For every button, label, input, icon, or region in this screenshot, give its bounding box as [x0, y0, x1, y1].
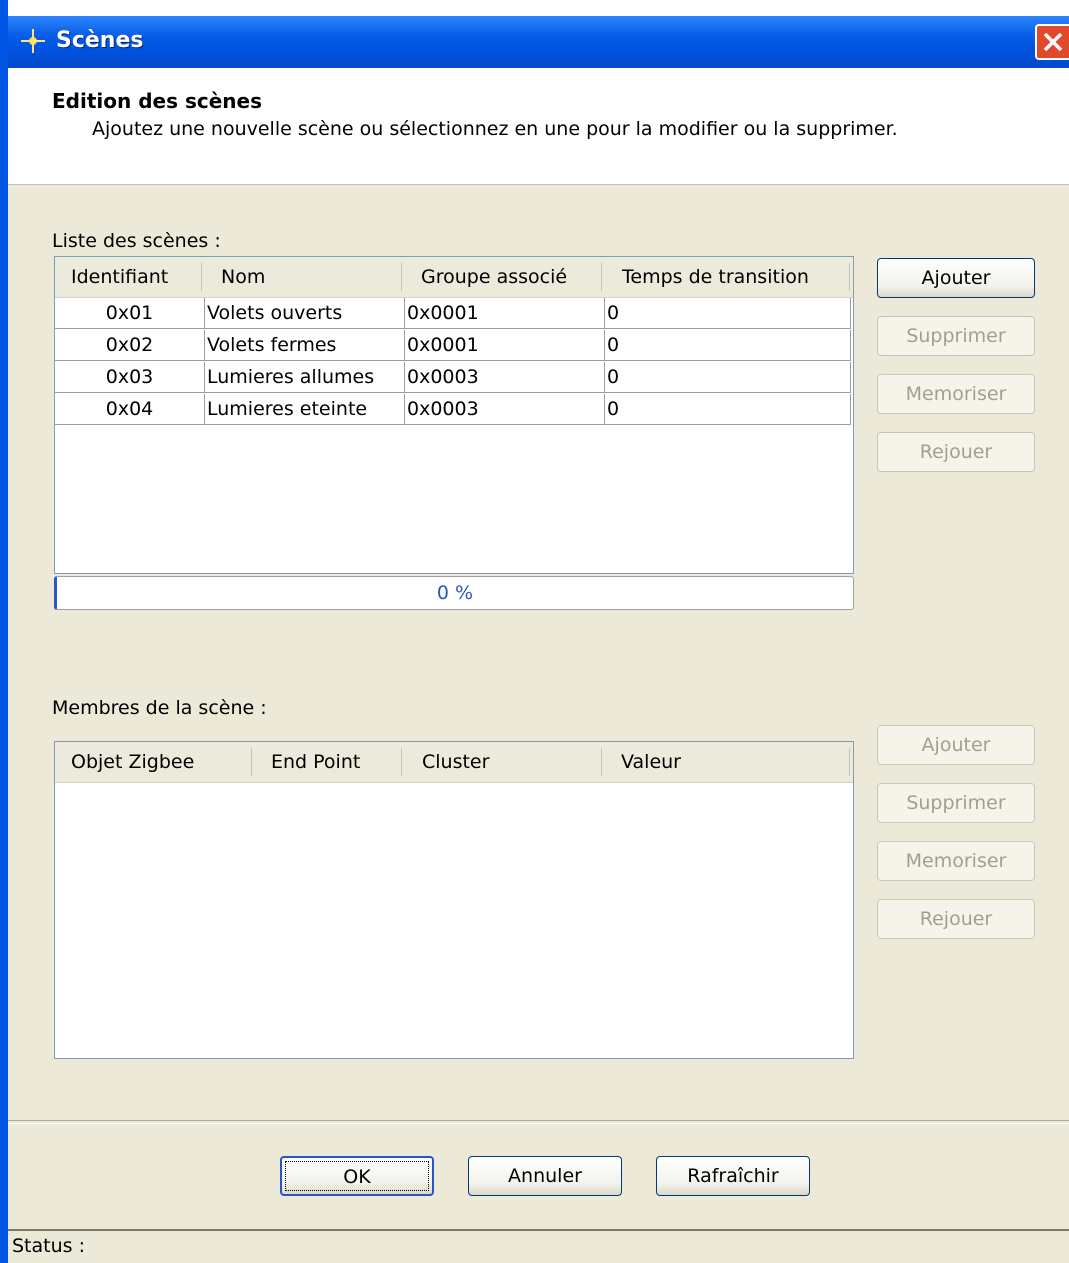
add-scene-button[interactable]: Ajouter [877, 258, 1035, 298]
cell-identifiant: 0x01 [55, 298, 205, 329]
app-icon [21, 29, 45, 53]
column-divider[interactable] [601, 263, 602, 291]
cell-temps: 0 [605, 394, 851, 425]
footer-separator [8, 1120, 1069, 1124]
cancel-button[interactable]: Annuler [468, 1156, 622, 1196]
progress-bar: 0 % [54, 576, 854, 610]
table-row[interactable]: 0x04 Lumieres eteinte 0x0003 0 [55, 394, 851, 426]
column-divider[interactable] [401, 263, 402, 291]
scenes-table[interactable]: Identifiant Nom Groupe associé Temps de … [54, 256, 854, 574]
close-button[interactable] [1035, 24, 1069, 60]
column-header-end-point[interactable]: End Point [271, 742, 360, 782]
ok-button[interactable]: OK [280, 1156, 434, 1196]
cell-identifiant: 0x03 [55, 362, 205, 393]
cell-nom: Lumieres eteinte [205, 394, 405, 425]
desktop-strip [0, 0, 1069, 16]
close-icon [1043, 32, 1063, 52]
status-label: Status : [12, 1235, 85, 1257]
column-divider[interactable] [201, 263, 202, 291]
column-header-groupe[interactable]: Groupe associé [421, 257, 567, 297]
cell-nom: Volets ouverts [205, 298, 405, 329]
status-bar [8, 1229, 1069, 1263]
cell-identifiant: 0x02 [55, 330, 205, 361]
cell-nom: Volets fermes [205, 330, 405, 361]
window-title: Scènes [56, 28, 144, 53]
column-header-identifiant[interactable]: Identifiant [71, 257, 168, 297]
progress-label: 0 % [436, 582, 474, 604]
cell-identifiant: 0x04 [55, 394, 205, 425]
scene-members-label: Membres de la scène : [52, 697, 267, 719]
column-divider[interactable] [601, 748, 602, 776]
delete-member-button[interactable]: Supprimer [877, 783, 1035, 823]
cell-temps: 0 [605, 362, 851, 393]
cell-nom: Lumieres allumes [205, 362, 405, 393]
cell-temps: 0 [605, 298, 851, 329]
members-table[interactable]: Objet Zigbee End Point Cluster Valeur [54, 741, 854, 1059]
column-divider[interactable] [251, 748, 252, 776]
table-row[interactable]: 0x01 Volets ouverts 0x0001 0 [55, 298, 851, 330]
column-header-nom[interactable]: Nom [221, 257, 265, 297]
column-divider[interactable] [401, 748, 402, 776]
header-description: Ajoutez une nouvelle scène ou sélectionn… [92, 118, 898, 140]
focus-rectangle [285, 1161, 429, 1191]
scenes-table-header: Identifiant Nom Groupe associé Temps de … [55, 257, 853, 298]
scenes-dialog: Scènes Edition des scènes Ajoutez une no… [0, 0, 1069, 1263]
column-divider[interactable] [849, 263, 850, 291]
cell-temps: 0 [605, 330, 851, 361]
members-table-header: Objet Zigbee End Point Cluster Valeur [55, 742, 853, 783]
column-header-cluster[interactable]: Cluster [422, 742, 489, 782]
delete-scene-button[interactable]: Supprimer [877, 316, 1035, 356]
add-member-button[interactable]: Ajouter [877, 725, 1035, 765]
column-header-valeur[interactable]: Valeur [621, 742, 681, 782]
refresh-button[interactable]: Rafraîchir [656, 1156, 810, 1196]
column-header-objet-zigbee[interactable]: Objet Zigbee [71, 742, 194, 782]
column-divider[interactable] [849, 748, 850, 776]
replay-member-button[interactable]: Rejouer [877, 899, 1035, 939]
cell-groupe: 0x0003 [405, 394, 605, 425]
table-row[interactable]: 0x02 Volets fermes 0x0001 0 [55, 330, 851, 362]
memorize-member-button[interactable]: Memoriser [877, 841, 1035, 881]
memorize-scene-button[interactable]: Memoriser [877, 374, 1035, 414]
table-row[interactable]: 0x03 Lumieres allumes 0x0003 0 [55, 362, 851, 394]
cell-groupe: 0x0001 [405, 330, 605, 361]
header-title: Edition des scènes [52, 89, 262, 113]
scenes-list-label: Liste des scènes : [52, 230, 221, 252]
column-header-temps[interactable]: Temps de transition [622, 257, 809, 297]
cell-groupe: 0x0001 [405, 298, 605, 329]
window-border [0, 0, 8, 1263]
cell-groupe: 0x0003 [405, 362, 605, 393]
title-bar[interactable] [8, 16, 1069, 68]
replay-scene-button[interactable]: Rejouer [877, 432, 1035, 472]
